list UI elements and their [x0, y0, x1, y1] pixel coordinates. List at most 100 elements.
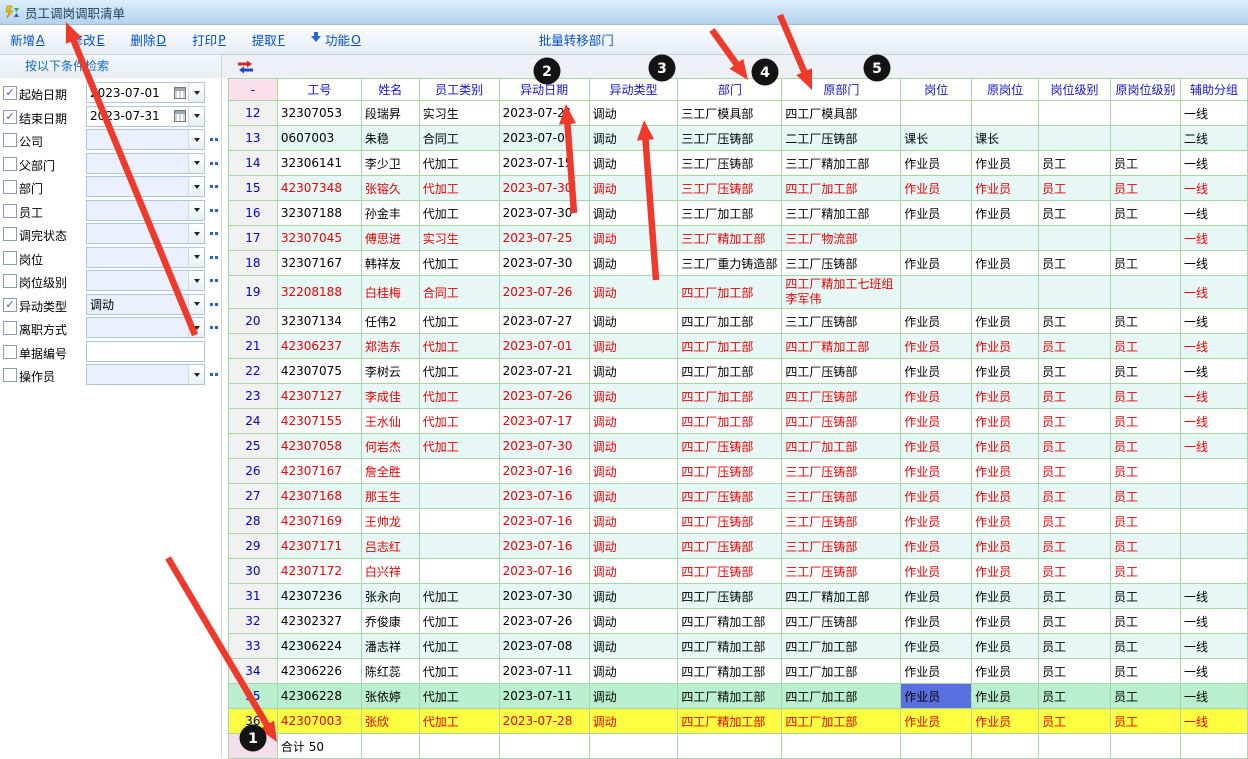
cell-group[interactable]: 一线 — [1180, 709, 1247, 734]
cell-id[interactable]: 42307167 — [277, 459, 361, 484]
filter-checkbox[interactable] — [3, 368, 17, 382]
cell-id[interactable]: 42307127 — [277, 384, 361, 409]
cell-grade[interactable] — [1039, 126, 1111, 151]
cell-name[interactable]: 詹全胜 — [361, 459, 419, 484]
cell-old_grade[interactable]: 员工 — [1110, 434, 1180, 459]
cell-pos[interactable]: 作业员 — [901, 509, 972, 534]
cell-old_pos[interactable]: 作业员 — [972, 559, 1039, 584]
toolbar-item-D[interactable]: 删除D — [131, 30, 167, 49]
cell-old_dept[interactable]: 四工厂精加工七班组李军伟 — [782, 276, 901, 309]
cell-id[interactable]: 32307053 — [277, 101, 361, 126]
cell-date[interactable]: 2023-07-27 — [499, 309, 589, 334]
cell-old_dept[interactable]: 四工厂加工部 — [782, 709, 901, 734]
cell-grade[interactable]: 员工 — [1039, 384, 1111, 409]
cell-group[interactable] — [1180, 534, 1247, 559]
cell-group[interactable]: 一线 — [1180, 176, 1247, 201]
cell-group[interactable]: 一线 — [1180, 276, 1247, 309]
swap-columns-icon[interactable] — [237, 60, 255, 74]
cell-pos[interactable]: 作业员 — [901, 151, 972, 176]
cell-dept[interactable]: 三工厂精加工部 — [678, 226, 782, 251]
filter-combobox[interactable] — [86, 270, 205, 291]
dropdown-button[interactable] — [188, 248, 204, 267]
cell-id[interactable]: 42306226 — [277, 659, 361, 684]
column-header-date[interactable]: 异动日期 — [499, 79, 589, 101]
cell-name[interactable]: 白兴祥 — [361, 559, 419, 584]
cell-name[interactable]: 张永向 — [361, 584, 419, 609]
cell-old_pos[interactable]: 作业员 — [972, 484, 1039, 509]
filter-combobox[interactable] — [86, 200, 205, 221]
cell-dept[interactable]: 四工厂加工部 — [678, 334, 782, 359]
cell-grade[interactable]: 员工 — [1039, 509, 1111, 534]
cell-dept[interactable]: 四工厂精加工部 — [678, 634, 782, 659]
cell-emp_type[interactable] — [419, 509, 499, 534]
cell-grade[interactable]: 员工 — [1039, 484, 1111, 509]
cell-old_grade[interactable]: 员工 — [1110, 634, 1180, 659]
cell-old_pos[interactable] — [972, 276, 1039, 309]
cell-group[interactable]: 一线 — [1180, 634, 1247, 659]
cell-old_pos[interactable]: 作业员 — [972, 201, 1039, 226]
row-number-cell[interactable]: 14 — [229, 151, 278, 176]
cell-old_grade[interactable] — [1110, 101, 1180, 126]
filter-combobox[interactable] — [86, 153, 205, 174]
cell-name[interactable]: 吕志红 — [361, 534, 419, 559]
cell-old_grade[interactable]: 员工 — [1110, 359, 1180, 384]
cell-emp_type[interactable] — [419, 484, 499, 509]
cell-old_grade[interactable]: 员工 — [1110, 609, 1180, 634]
cell-old_pos[interactable]: 作业员 — [972, 409, 1039, 434]
cell-date[interactable]: 2023-07-01 — [499, 126, 589, 151]
cell-old_pos[interactable]: 作业员 — [972, 309, 1039, 334]
cell-emp_type[interactable]: 代加工 — [419, 251, 499, 276]
cell-id[interactable]: 32307134 — [277, 309, 361, 334]
cell-pos[interactable]: 作业员 — [901, 709, 972, 734]
cell-pos[interactable]: 作业员 — [901, 201, 972, 226]
column-header-num[interactable]: - — [229, 79, 278, 101]
row-number-cell[interactable]: 36 — [229, 709, 278, 734]
cell-old_grade[interactable]: 员工 — [1110, 176, 1180, 201]
cell-old_dept[interactable]: 三工厂精加工部 — [782, 151, 901, 176]
ellipsis-button[interactable] — [210, 162, 213, 165]
cell-group[interactable] — [1180, 509, 1247, 534]
cell-id[interactable]: 42306228 — [277, 684, 361, 709]
column-header-change[interactable]: 异动类型 — [589, 79, 678, 101]
cell-group[interactable]: 一线 — [1180, 609, 1247, 634]
column-header-id[interactable]: 工号 — [277, 79, 361, 101]
cell-emp_type[interactable]: 代加工 — [419, 201, 499, 226]
toolbar-item-A[interactable]: 新增A — [10, 30, 45, 49]
cell-change[interactable]: 调动 — [589, 226, 678, 251]
cell-old_pos[interactable]: 作业员 — [972, 534, 1039, 559]
toolbar-item-E[interactable]: 修改E — [71, 30, 105, 49]
cell-pos[interactable]: 作业员 — [901, 559, 972, 584]
cell-emp_type[interactable] — [419, 534, 499, 559]
cell-pos[interactable]: 作业员 — [901, 359, 972, 384]
column-header-pos[interactable]: 岗位 — [901, 79, 972, 101]
cell-old_pos[interactable] — [972, 226, 1039, 251]
cell-old_grade[interactable] — [1110, 276, 1180, 309]
cell-group[interactable]: 一线 — [1180, 359, 1247, 384]
cell-name[interactable]: 王帅龙 — [361, 509, 419, 534]
ellipsis-button[interactable] — [210, 185, 213, 188]
cell-group[interactable] — [1180, 484, 1247, 509]
cell-old_grade[interactable]: 员工 — [1110, 251, 1180, 276]
cell-id[interactable]: 42307058 — [277, 434, 361, 459]
row-number-cell[interactable]: 34 — [229, 659, 278, 684]
cell-group[interactable]: 一线 — [1180, 251, 1247, 276]
cell-old_grade[interactable]: 员工 — [1110, 709, 1180, 734]
cell-name[interactable]: 段瑞昇 — [361, 101, 419, 126]
cell-id[interactable]: 42306237 — [277, 334, 361, 359]
cell-name[interactable]: 傅思进 — [361, 226, 419, 251]
cell-old_dept[interactable]: 四工厂压铸部 — [782, 359, 901, 384]
cell-old_dept[interactable]: 三工厂压铸部 — [782, 459, 901, 484]
calendar-icon[interactable] — [174, 110, 186, 122]
cell-pos[interactable]: 作业员 — [901, 534, 972, 559]
cell-emp_type[interactable] — [419, 559, 499, 584]
cell-name[interactable]: 韩祥友 — [361, 251, 419, 276]
cell-id[interactable]: 42307168 — [277, 484, 361, 509]
row-number-cell[interactable]: 19 — [229, 276, 278, 309]
cell-dept[interactable]: 四工厂加工部 — [678, 409, 782, 434]
cell-name[interactable]: 朱稳 — [361, 126, 419, 151]
cell-emp_type[interactable] — [419, 459, 499, 484]
cell-name[interactable]: 张依婷 — [361, 684, 419, 709]
cell-date[interactable]: 2023-07-30 — [499, 176, 589, 201]
cell-change[interactable]: 调动 — [589, 434, 678, 459]
cell-date[interactable]: 2023-07-08 — [499, 634, 589, 659]
